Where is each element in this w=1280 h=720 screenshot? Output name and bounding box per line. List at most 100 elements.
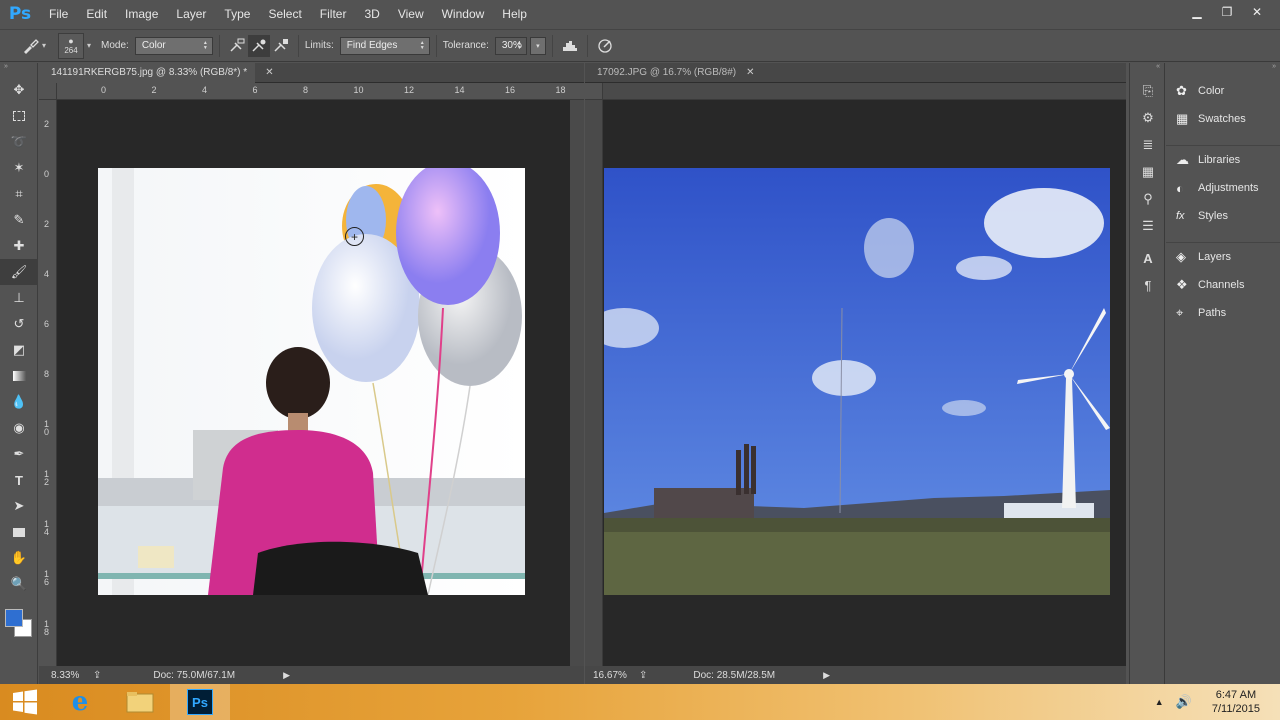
tool-preset-dropdown-icon[interactable]: ▾ (42, 41, 46, 50)
restore-icon[interactable]: ❐ (1212, 2, 1242, 22)
panel-swatches[interactable]: ▦ Swatches (1166, 105, 1280, 133)
rectangle-tool-icon[interactable] (0, 519, 38, 545)
start-button[interactable] (0, 684, 50, 720)
tab-close-icon[interactable]: ✕ (265, 67, 273, 78)
history-panel-icon[interactable]: ⎘ (1130, 77, 1166, 104)
menu-help[interactable]: Help (493, 0, 536, 28)
menu-view[interactable]: View (389, 0, 433, 28)
menu-filter[interactable]: Filter (311, 0, 356, 28)
color-swatches[interactable] (0, 597, 37, 641)
brush-size-picker[interactable]: ● 264 (58, 32, 85, 59)
collapse-panels-icon[interactable]: » (1166, 63, 1280, 77)
status-menu-arrow-icon[interactable]: ▶ (823, 670, 830, 681)
zoom-level[interactable]: 16.67% (593, 670, 631, 681)
limits-select[interactable]: Find Edges (339, 36, 430, 55)
balloons-photo[interactable] (98, 168, 525, 595)
horizontal-ruler[interactable]: 0 2 4 6 8 10 12 14 16 18 (57, 83, 584, 100)
photoshop-taskbar-button[interactable]: Ps (170, 684, 230, 720)
minimize-icon[interactable]: ▁ (1182, 2, 1212, 22)
windows-taskbar: e Ps ▲ 🔊 6:47 AM 7/11/2015 (0, 684, 1280, 720)
healing-brush-tool-icon[interactable]: ✚ (0, 233, 38, 259)
anti-alias-icon[interactable] (559, 35, 581, 57)
tolerance-input[interactable]: 30% (494, 36, 527, 55)
menu-type[interactable]: Type (215, 0, 259, 28)
panel-adjustments[interactable]: ◐ Adjustments (1166, 174, 1280, 202)
type-tool-icon[interactable]: T (0, 467, 38, 493)
panel-libraries[interactable]: ☁ Libraries (1166, 146, 1280, 174)
zoom-tool-icon[interactable]: 🔍 (0, 571, 38, 597)
canvas-area[interactable]: + (58, 100, 570, 666)
lasso-tool-icon[interactable]: ➰ (0, 129, 38, 155)
tool-presets-icon[interactable]: ☰ (1130, 212, 1166, 239)
menu-select[interactable]: Select (259, 0, 310, 28)
vertical-scrollbar[interactable] (570, 100, 584, 666)
vertical-ruler[interactable] (585, 100, 603, 666)
move-tool-icon[interactable]: ✥ (0, 77, 38, 103)
pen-tool-icon[interactable]: ✒ (0, 441, 38, 467)
pressure-size-icon[interactable] (594, 35, 616, 57)
menu-layer[interactable]: Layer (167, 0, 215, 28)
mode-select[interactable]: Color (134, 36, 213, 55)
close-icon[interactable]: ✕ (1242, 2, 1272, 22)
brush-panel-icon[interactable]: ≣ (1130, 131, 1166, 158)
clone-stamp-tool-icon[interactable]: ⊥ (0, 285, 38, 311)
magic-wand-tool-icon[interactable]: ✶ (0, 155, 38, 181)
wind-turbine-photo[interactable] (604, 168, 1110, 595)
sampling-background-icon[interactable] (270, 35, 292, 57)
history-brush-tool-icon[interactable]: ↺ (0, 311, 38, 337)
brush-presets-icon[interactable]: ▦ (1130, 158, 1166, 185)
cloud-icon: ☁ (1176, 152, 1189, 167)
properties-panel-icon[interactable]: ⚙ (1130, 104, 1166, 131)
menu-file[interactable]: File (40, 0, 77, 28)
paragraph-panel-icon[interactable]: ¶ (1130, 272, 1166, 299)
volume-icon[interactable]: 🔊 (1176, 694, 1192, 710)
tab-close-icon[interactable]: ✕ (746, 67, 754, 78)
show-hidden-icons-icon[interactable]: ▲ (1155, 697, 1164, 707)
menu-3d[interactable]: 3D (355, 0, 388, 28)
zoom-level[interactable]: 8.33% (51, 670, 89, 681)
share-icon[interactable]: ⇪ (639, 670, 647, 681)
tolerance-dropdown-icon[interactable]: ▾ (529, 36, 546, 55)
character-panel-icon[interactable]: A (1130, 245, 1166, 272)
share-icon[interactable]: ⇪ (93, 670, 101, 681)
marquee-tool-icon[interactable] (0, 103, 38, 129)
brush-tool-icon[interactable]: 🖌 (0, 259, 38, 285)
vertical-ruler[interactable]: 2 0 2 4 6 8 1 0 1 2 1 4 1 6 1 8 (39, 100, 57, 666)
brush-dropdown-icon[interactable]: ▾ (87, 41, 91, 50)
panel-color[interactable]: ✿ Color (1166, 77, 1280, 105)
menu-window[interactable]: Window (433, 0, 494, 28)
document-tab-title[interactable]: 17092.JPG @ 16.7% (RGB/8#) (585, 63, 736, 83)
eyedropper-tool-icon[interactable]: ✎ (0, 207, 38, 233)
gradient-tool-icon[interactable] (0, 363, 38, 389)
clock[interactable]: 6:47 AM 7/11/2015 (1212, 688, 1260, 716)
collapse-dock-icon[interactable]: « (1130, 63, 1164, 77)
panel-styles[interactable]: fx Styles (1166, 202, 1280, 230)
blur-tool-icon[interactable]: 💧 (0, 389, 38, 415)
sampling-continuous-icon[interactable] (226, 35, 248, 57)
menu-image[interactable]: Image (116, 0, 167, 28)
ruler-tick-label: 1 8 (44, 619, 50, 637)
color-replacement-tool-icon[interactable] (20, 35, 42, 57)
panel-channels[interactable]: ❖ Channels (1166, 271, 1280, 299)
clone-source-icon[interactable]: ⚲ (1130, 185, 1166, 212)
panel-layers[interactable]: ◈ Layers (1166, 243, 1280, 271)
eraser-tool-icon[interactable]: ◩ (0, 337, 38, 363)
internet-explorer-icon: e (71, 687, 89, 717)
sampling-once-icon[interactable] (247, 34, 270, 57)
hand-tool-icon[interactable]: ✋ (0, 545, 38, 571)
document-tab-title[interactable]: 141191RKERGB75.jpg @ 8.33% (RGB/8*) * (39, 62, 256, 83)
canvas-area[interactable] (604, 100, 1126, 666)
panel-paths[interactable]: ⌖ Paths (1166, 299, 1280, 327)
path-selection-tool-icon[interactable]: ➤ (0, 493, 38, 519)
collapse-tools-icon[interactable]: » (0, 63, 37, 77)
ruler-origin[interactable] (585, 83, 603, 100)
horizontal-ruler[interactable] (603, 83, 1126, 100)
status-menu-arrow-icon[interactable]: ▶ (283, 670, 290, 681)
file-explorer-button[interactable] (110, 684, 170, 720)
internet-explorer-button[interactable]: e (50, 684, 110, 720)
ruler-origin[interactable] (39, 83, 57, 100)
menu-edit[interactable]: Edit (77, 0, 116, 28)
dodge-tool-icon[interactable]: ◉ (0, 415, 38, 441)
crop-tool-icon[interactable]: ⌗ (0, 181, 38, 207)
foreground-color-swatch[interactable] (5, 609, 23, 627)
